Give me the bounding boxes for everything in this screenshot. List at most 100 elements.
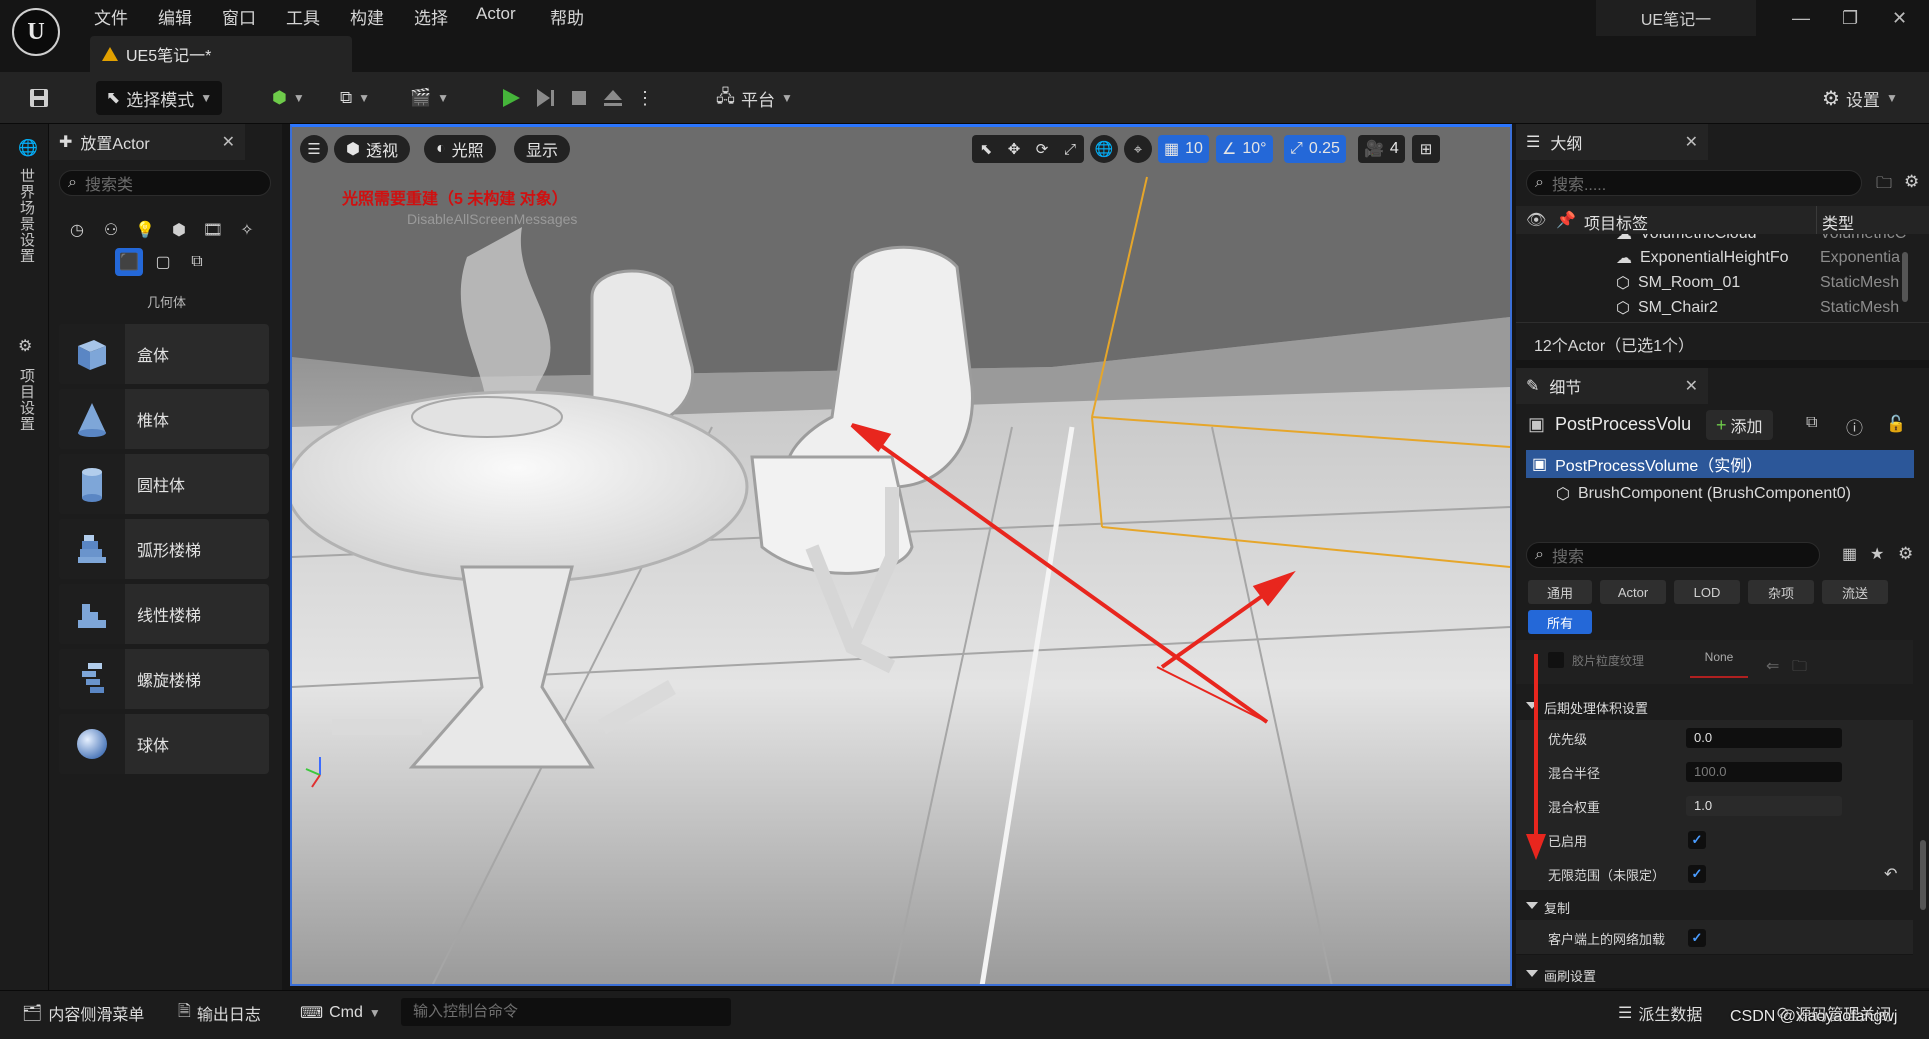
- console-input[interactable]: 输入控制台命令: [401, 998, 731, 1026]
- lighting-button[interactable]: ◐ 光照: [424, 135, 496, 163]
- project-settings-tab[interactable]: 项目设置: [16, 368, 37, 432]
- restore-icon[interactable]: ❐: [1842, 8, 1858, 29]
- menu-window[interactable]: 窗口: [222, 4, 256, 29]
- gear-icon[interactable]: ⚙: [1898, 544, 1913, 564]
- lights-icon[interactable]: 💡: [131, 216, 159, 244]
- net-load-checkbox[interactable]: ✓: [1688, 929, 1706, 947]
- outliner-scrollbar[interactable]: [1902, 252, 1908, 302]
- step-icon[interactable]: [534, 87, 556, 109]
- outliner-tab[interactable]: ☰ 大纲 ✕: [1516, 124, 1708, 160]
- minimize-icon[interactable]: —: [1792, 8, 1810, 29]
- recent-icon[interactable]: ◷: [63, 216, 91, 244]
- camera-speed-button[interactable]: 🎥 4: [1358, 135, 1405, 163]
- lock-icon[interactable]: 🔓: [1886, 414, 1906, 434]
- shape-item-spiral-stair[interactable]: 螺旋楼梯: [59, 649, 269, 709]
- close-icon[interactable]: ✕: [1892, 8, 1907, 29]
- derived-data-button[interactable]: ☰ 派生数据: [1618, 999, 1702, 1027]
- menu-file[interactable]: 文件: [94, 4, 128, 29]
- more-options-icon[interactable]: ⋮: [636, 88, 654, 109]
- move-tool-icon[interactable]: ✥: [1000, 135, 1028, 163]
- column-label[interactable]: 项目标签: [1584, 210, 1648, 234]
- rotate-tool-icon[interactable]: ⟳: [1028, 135, 1056, 163]
- priority-input[interactable]: 0.0: [1686, 728, 1842, 748]
- details-tab[interactable]: ✎ 细节 ✕: [1516, 368, 1708, 404]
- visual-effects-icon[interactable]: ✧: [233, 216, 261, 244]
- close-icon[interactable]: ✕: [1685, 376, 1698, 396]
- section-replication[interactable]: 复制: [1516, 890, 1913, 920]
- close-icon[interactable]: ✕: [222, 132, 235, 152]
- shape-item-curved-stair[interactable]: 弧形楼梯: [59, 519, 269, 579]
- output-log-button[interactable]: 🗎 输出日志: [178, 999, 261, 1027]
- visibility-icon[interactable]: 👁: [1526, 210, 1546, 230]
- perspective-button[interactable]: ⬢ 透视: [334, 135, 410, 163]
- menu-build[interactable]: 构建: [350, 4, 384, 29]
- component-row[interactable]: ⬡ BrushComponent (BrushComponent0): [1556, 480, 1851, 508]
- unreal-logo-icon[interactable]: U: [12, 8, 60, 56]
- add-folder-icon[interactable]: 🗀: [1876, 172, 1892, 199]
- add-component-button[interactable]: + 添加: [1706, 410, 1773, 440]
- list-item[interactable]: ☁ ExponentialHeightFo Exponentia: [1616, 246, 1900, 270]
- enabled-checkbox[interactable]: ✓: [1688, 831, 1706, 849]
- select-mode-button[interactable]: ⬉ 选择模式 ▼: [96, 81, 223, 115]
- play-icon[interactable]: [500, 87, 522, 109]
- grid-snap-button[interactable]: ▦ 10: [1158, 135, 1209, 163]
- viewport-layout-icon[interactable]: ⊞: [1412, 135, 1440, 163]
- details-scrollbar[interactable]: [1920, 840, 1926, 910]
- eject-icon[interactable]: [602, 87, 624, 109]
- list-item[interactable]: ☁ VolumetricCloud VolumetricC: [1616, 234, 1906, 246]
- shapes-icon[interactable]: ⬢: [165, 216, 193, 244]
- stop-icon[interactable]: [568, 87, 590, 109]
- basic-icon[interactable]: ⚇: [97, 216, 125, 244]
- list-item[interactable]: ⬡ SM_Chair2 StaticMesh: [1616, 296, 1899, 320]
- cmd-dropdown[interactable]: ⌨ Cmd ▼: [300, 999, 381, 1027]
- blend-weight-input[interactable]: 1.0: [1686, 796, 1842, 816]
- filter-actor[interactable]: Actor: [1600, 580, 1666, 604]
- gear-icon[interactable]: ⚙: [1904, 172, 1919, 192]
- pin-icon[interactable]: 📌: [1556, 210, 1576, 230]
- list-item[interactable]: ⬡ SM_Room_01 StaticMesh: [1616, 271, 1899, 295]
- world-settings-tab[interactable]: 世界场景设置: [16, 168, 37, 264]
- scale-snap-button[interactable]: ⤢ 0.25: [1284, 135, 1346, 163]
- geometry-icon[interactable]: ⬛: [115, 248, 143, 276]
- all-classes-icon[interactable]: ⧉: [183, 248, 211, 276]
- outliner-search[interactable]: ⌕ 搜索.....: [1526, 170, 1862, 196]
- scale-tool-icon[interactable]: ⤢: [1056, 135, 1084, 163]
- shape-item-cone[interactable]: 椎体: [59, 389, 269, 449]
- menu-edit[interactable]: 编辑: [158, 4, 192, 29]
- place-actor-search[interactable]: ⌕ 搜索类: [59, 170, 271, 196]
- add-content-button[interactable]: ⬢ ▼: [272, 81, 305, 115]
- save-icon[interactable]: [28, 81, 50, 115]
- shape-item-linear-stair[interactable]: 线性楼梯: [59, 584, 269, 644]
- star-icon[interactable]: ★: [1870, 544, 1884, 564]
- shape-item-box[interactable]: 盒体: [59, 324, 269, 384]
- settings-button[interactable]: ⚙ 设置 ▼: [1822, 81, 1898, 115]
- blueprint-button[interactable]: ⧉ ▼: [340, 81, 370, 115]
- close-icon[interactable]: ✕: [1685, 132, 1698, 152]
- section-post-process[interactable]: 后期处理体积设置: [1516, 690, 1913, 720]
- use-selected-icon[interactable]: ⇐: [1766, 656, 1779, 676]
- table-view-icon[interactable]: ▦: [1842, 544, 1857, 564]
- unbound-checkbox[interactable]: ✓: [1688, 865, 1706, 883]
- reset-to-default-icon[interactable]: ↶: [1884, 864, 1897, 884]
- blend-radius-input[interactable]: 100.0: [1686, 762, 1842, 782]
- cinematic-icon[interactable]: 🎞: [199, 216, 227, 244]
- shape-item-cylinder[interactable]: 圆柱体: [59, 454, 269, 514]
- film-grain-value[interactable]: None: [1690, 650, 1748, 678]
- shape-item-sphere[interactable]: 球体: [59, 714, 269, 774]
- instance-row[interactable]: ▣ PostProcessVolume（实例）: [1526, 450, 1914, 478]
- viewport-menu-icon[interactable]: ☰: [300, 135, 328, 163]
- platform-button[interactable]: 🖧 平台 ▼: [716, 81, 793, 115]
- place-actor-tab[interactable]: ✚ 放置Actor ✕: [49, 124, 245, 160]
- menu-select[interactable]: 选择: [414, 4, 448, 29]
- content-drawer-button[interactable]: 🗂 内容侧滑菜单: [22, 999, 144, 1027]
- rotation-snap-button[interactable]: ∠ 10°: [1216, 135, 1273, 163]
- menu-help[interactable]: 帮助: [550, 4, 584, 29]
- menu-tools[interactable]: 工具: [286, 4, 320, 29]
- column-type[interactable]: 类型: [1822, 210, 1854, 234]
- section-brush[interactable]: 画刷设置: [1516, 958, 1913, 988]
- menu-actor[interactable]: Actor: [476, 4, 516, 24]
- details-search[interactable]: ⌕ 搜索: [1526, 542, 1820, 568]
- film-grain-checkbox[interactable]: [1548, 652, 1564, 668]
- show-button[interactable]: 显示: [514, 135, 571, 163]
- level-tab[interactable]: UE5笔记一*: [90, 36, 352, 72]
